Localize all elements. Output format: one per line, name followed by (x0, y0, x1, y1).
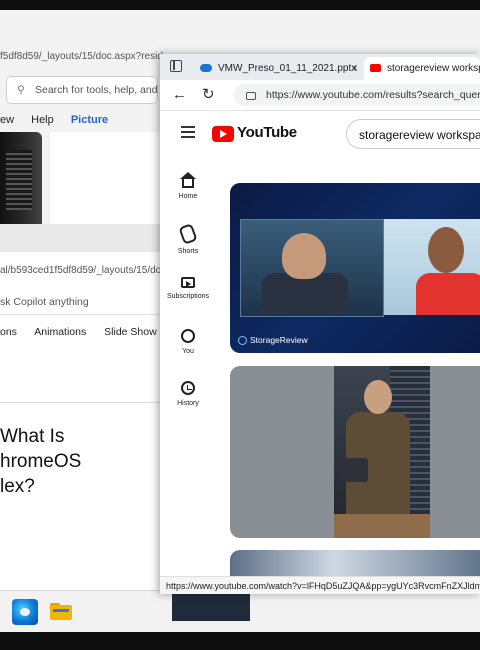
youtube-header: YouTube storagereview workspace (160, 111, 480, 155)
menu-help[interactable]: Help (31, 114, 54, 126)
screen-bezel: f5df8d59/_layouts/15/doc.aspx?resid ⚲ Sea… (0, 0, 480, 650)
address-url: https://www.youtube.com/results?search_q… (266, 89, 480, 101)
youtube-logo-icon[interactable] (212, 126, 234, 142)
sidebar-label-shorts: Shorts (177, 248, 199, 255)
sidebar-label-subscriptions: Subscriptions (166, 293, 210, 300)
presenter-3-head (364, 380, 392, 414)
sidebar-item-home[interactable]: Home (160, 172, 216, 200)
window-tab-bar (0, 224, 160, 252)
presenter-2-head (428, 227, 464, 273)
ribbon-slide-show[interactable]: Slide Show (104, 326, 157, 338)
home-icon (180, 172, 196, 188)
close-tab-icon[interactable]: × (351, 57, 358, 80)
slide-line-1: What Is (0, 426, 65, 447)
ribbon-transitions[interactable]: ons (0, 326, 17, 338)
youtube-search-input[interactable]: storagereview workspace (346, 119, 480, 149)
file-explorer-icon[interactable] (48, 599, 74, 625)
folder-stripe (53, 609, 69, 612)
desktop-screen: f5df8d59/_layouts/15/doc.aspx?resid ⚲ Sea… (0, 10, 480, 632)
tab-pptx-label: VMW_Preso_01_11_2021.pptx (218, 63, 357, 74)
document-canvas (50, 132, 160, 226)
back-arrow-icon[interactable]: ← (172, 86, 187, 104)
link-status-bar: https://www.youtube.com/watch?v=lFHqD5uZ… (160, 576, 480, 594)
tools-search-placeholder: Search for tools, help, and m (35, 84, 158, 96)
device-grill (6, 150, 32, 210)
menu-hamburger-icon[interactable] (181, 131, 195, 133)
youtube-logo-text[interactable]: YouTube (237, 124, 297, 141)
tab-youtube[interactable]: storagereview workspace (364, 57, 480, 80)
background-window-powerpoint[interactable]: al/b593ced1f5df8d59/_layouts/15/do sk Co… (0, 224, 160, 604)
sidebar-label-you: You (182, 348, 194, 355)
subscriptions-icon (181, 277, 195, 288)
edge-browser-icon[interactable] (12, 599, 38, 625)
navigation-bar: ← ↻ https://www.youtube.com/results?sear… (160, 80, 480, 111)
divider (0, 402, 160, 403)
taskbar-window-preview (172, 591, 250, 621)
copilot-input[interactable]: sk Copilot anything (0, 290, 160, 315)
lock-icon (246, 92, 256, 101)
table-surface (334, 514, 430, 538)
slide-line-3: lex? (0, 476, 35, 497)
thumbnail-brand-text: StorageReview (250, 335, 308, 345)
ppt-ribbon: ons Animations Slide Show (0, 320, 160, 344)
bezel-bottom (0, 632, 480, 650)
browser-window[interactable]: VMW_Preso_01_11_2021.pptx × storagerevie… (160, 54, 480, 594)
sidebar-label-home: Home (178, 193, 198, 200)
presenter-2 (416, 273, 480, 315)
video-thumbnail-1[interactable]: StorageReview (230, 183, 480, 353)
address-bar[interactable]: https://www.youtube.com/results?search_q… (234, 84, 480, 106)
onedrive-cloud-icon (200, 64, 212, 73)
ribbon-menu: ew Help Picture (0, 108, 122, 132)
you-icon (181, 329, 195, 343)
refresh-icon[interactable]: ↻ (202, 86, 215, 104)
search-icon: ⚲ (17, 84, 25, 96)
video-thumbnail-2[interactable] (230, 366, 480, 538)
sidebar-item-subscriptions[interactable]: Subscriptions (160, 277, 216, 300)
mini-pc-device (342, 458, 368, 482)
chromebox-device-image (0, 132, 42, 226)
presenter-1-head (282, 233, 326, 279)
tab-youtube-label: storagereview workspace (387, 63, 480, 74)
sidebar-item-shorts[interactable]: Shorts (160, 223, 216, 255)
tab-pptx[interactable]: VMW_Preso_01_11_2021.pptx × (194, 57, 364, 80)
tab-strip: VMW_Preso_01_11_2021.pptx × storagerevie… (160, 54, 480, 80)
tab-actions-icon[interactable] (170, 60, 182, 72)
sidebar-label-history: History (177, 400, 199, 407)
storagereview-logo-icon (238, 336, 247, 346)
tools-search-box[interactable]: ⚲ Search for tools, help, and m (6, 76, 158, 104)
slide-title: What Is hromeOS lex? (0, 424, 81, 499)
sidebar-item-history[interactable]: History (160, 381, 216, 407)
background-url-2: al/b593ced1f5df8d59/_layouts/15/do (0, 265, 160, 276)
menu-picture[interactable]: Picture (71, 114, 108, 126)
youtube-favicon (370, 64, 381, 73)
sidebar-item-you[interactable]: You (160, 329, 216, 355)
menu-view[interactable]: ew (0, 114, 14, 126)
thumbnail-brand: StorageReview (238, 335, 308, 346)
youtube-sidebar: Home Shorts Subscriptions You History (160, 155, 216, 575)
taskbar (0, 590, 480, 632)
edge-icon-swirl (20, 608, 30, 616)
ribbon-animations[interactable]: Animations (34, 326, 86, 338)
history-icon (181, 381, 195, 395)
shorts-icon (178, 223, 198, 245)
slide-line-2: hromeOS (0, 451, 82, 472)
folder-body (50, 605, 72, 620)
presenter-1 (262, 273, 348, 313)
